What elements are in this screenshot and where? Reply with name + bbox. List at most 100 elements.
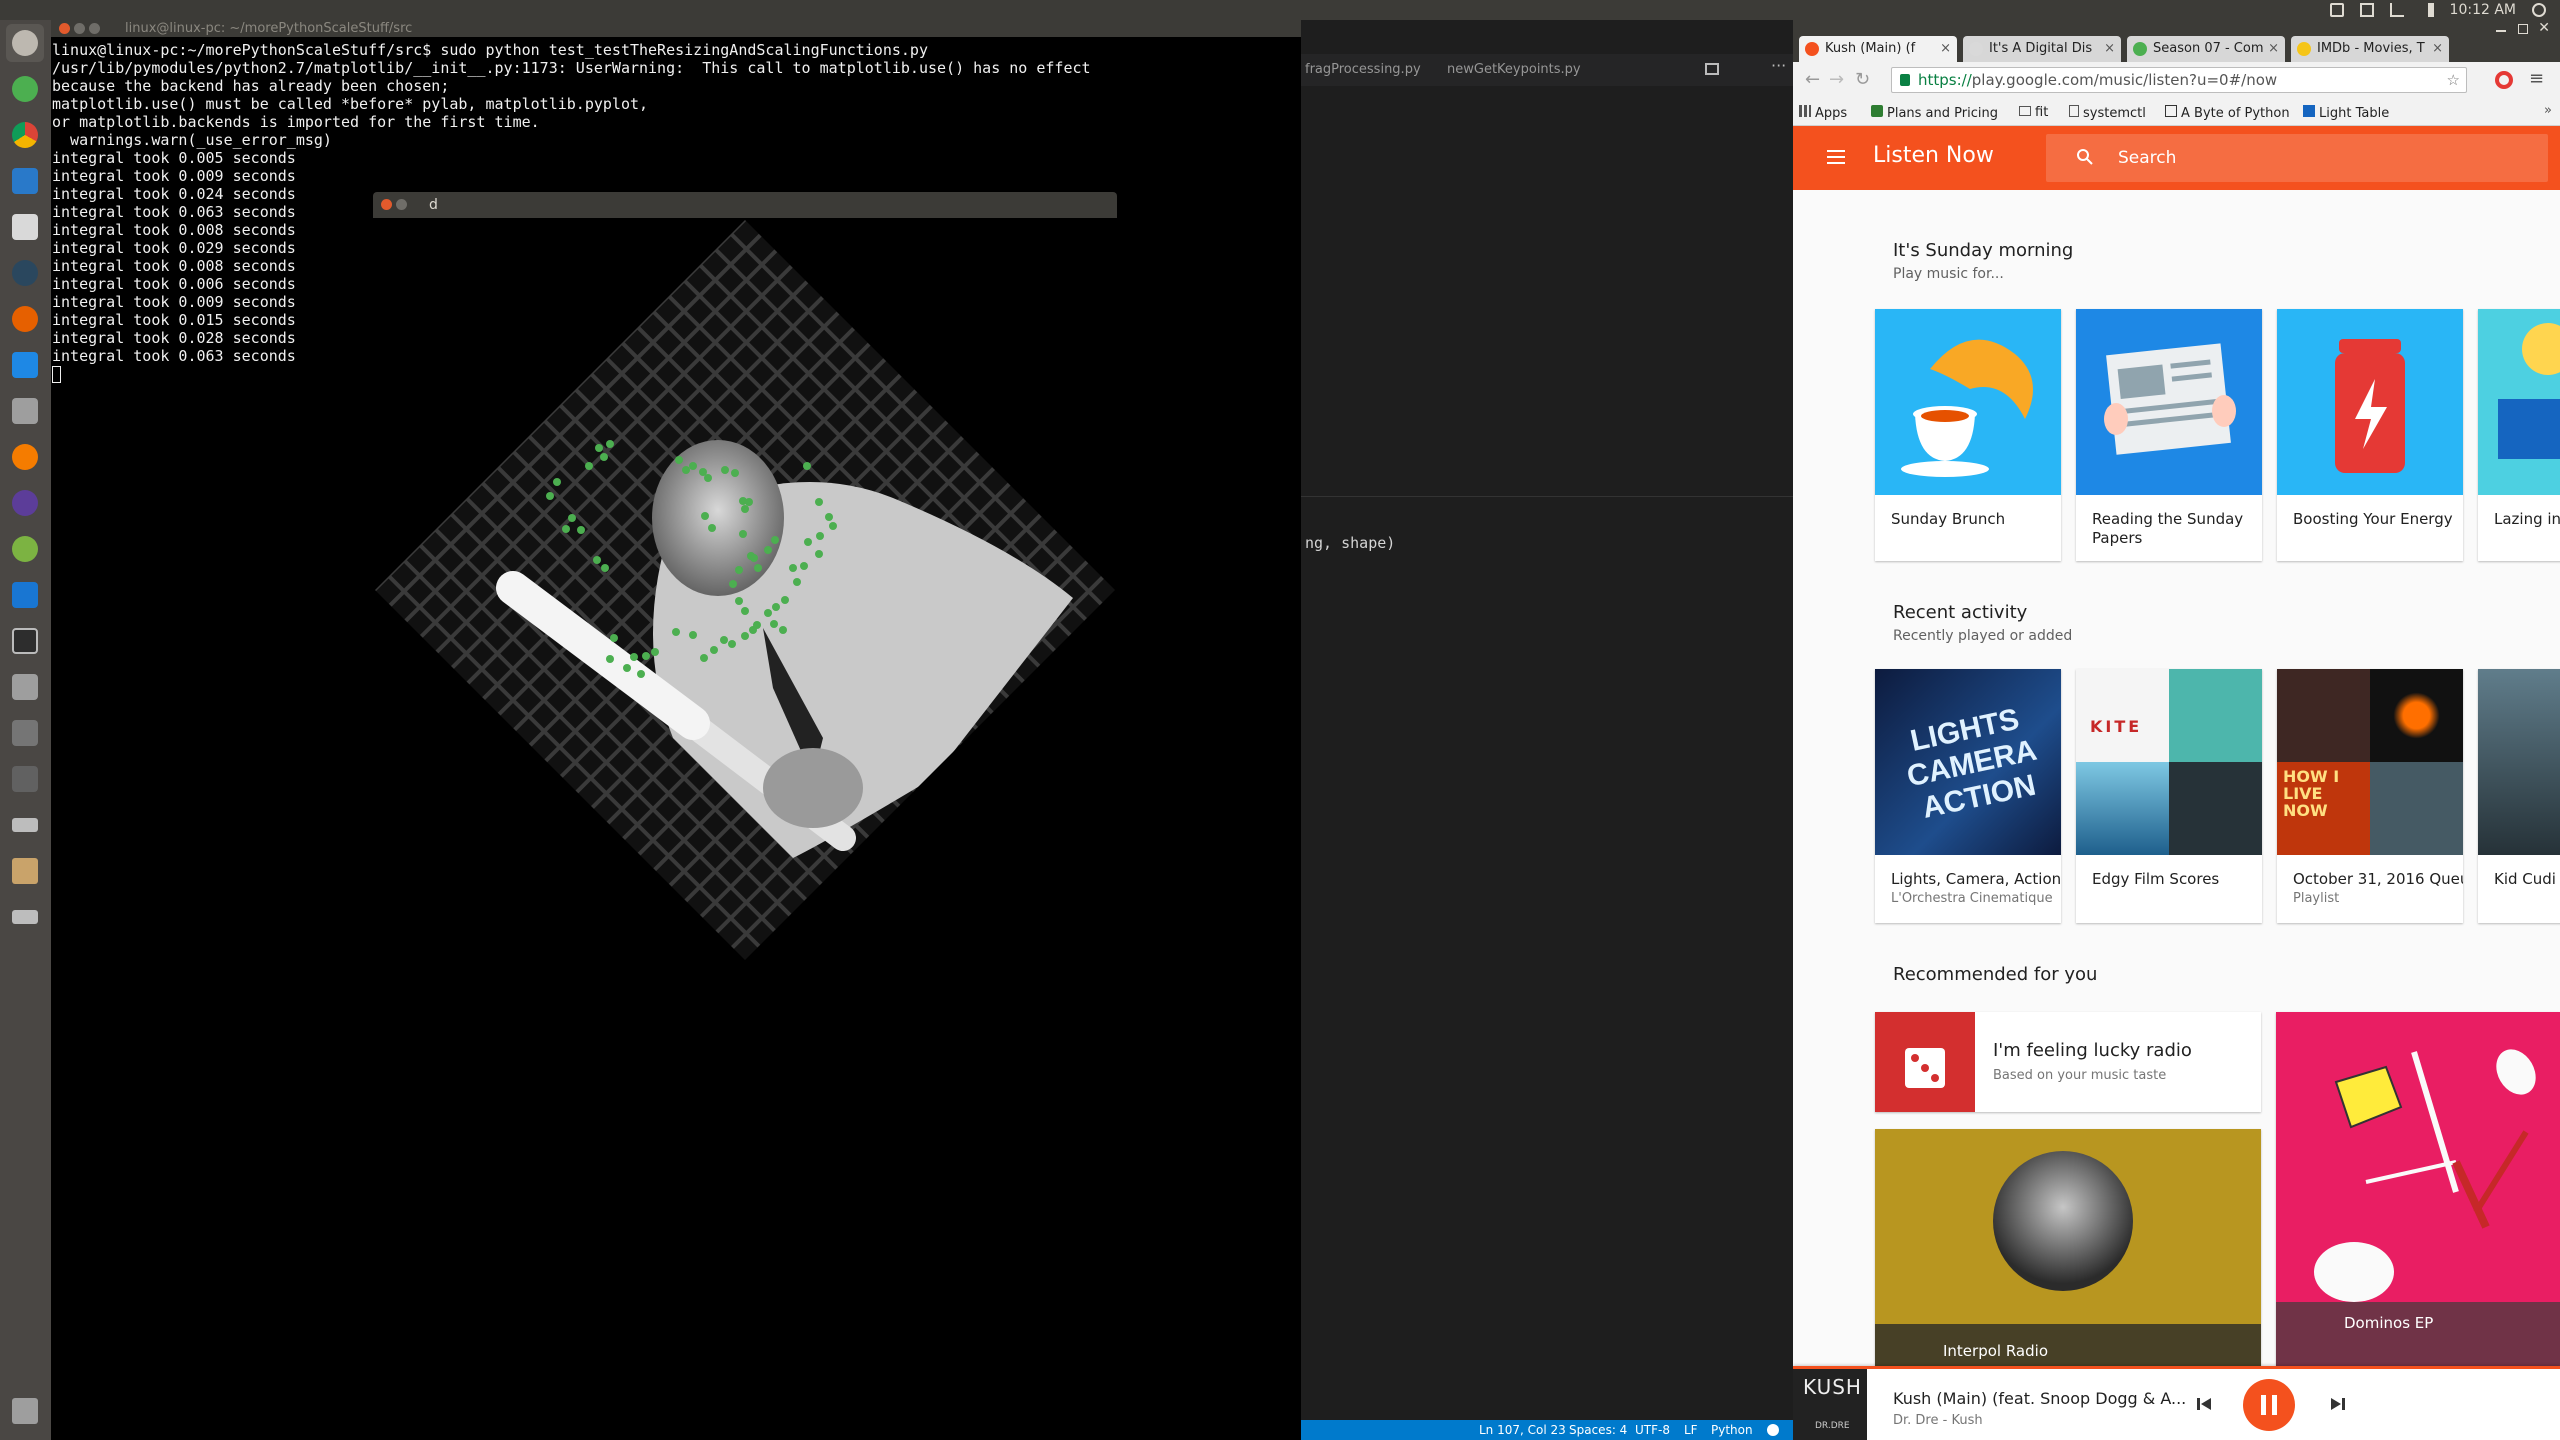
launcher-app-1[interactable] bbox=[6, 70, 44, 108]
app-icon bbox=[12, 214, 38, 240]
tab-close-icon[interactable]: × bbox=[2432, 36, 2443, 62]
network-icon[interactable] bbox=[2389, 3, 2404, 17]
window-minimize-icon[interactable] bbox=[2496, 30, 2506, 32]
more-actions-icon[interactable]: ··· bbox=[1771, 56, 1786, 75]
close-icon[interactable] bbox=[381, 199, 392, 210]
keypoint-dot bbox=[546, 492, 554, 500]
dropbox-icon[interactable] bbox=[2329, 3, 2344, 17]
card-label: Edgy Film Scores bbox=[2092, 870, 2220, 888]
image-window-titlebar[interactable]: d bbox=[373, 192, 1117, 218]
bookmark-light-table[interactable]: Light Table bbox=[2303, 105, 2389, 121]
browser-tab[interactable]: Kush (Main) (f × bbox=[1799, 36, 1957, 62]
now-playing-cover[interactable]: KUSH DR.DRE bbox=[1793, 1369, 1867, 1440]
tab-label: Season 07 - Com bbox=[2153, 41, 2264, 56]
tab-newgetkeypoints[interactable]: newGetKeypoints.py bbox=[1447, 62, 1581, 77]
launcher-tools[interactable] bbox=[6, 392, 44, 430]
tab-close-icon[interactable]: × bbox=[1940, 36, 1951, 62]
address-bar[interactable]: https://play.google.com/music/listen?u=0… bbox=[1891, 67, 2467, 93]
card-lights-camera-action[interactable]: LIGHTS CAMERA ACTION Lights, Camera, Act… bbox=[1875, 669, 2061, 923]
card-feeling-lucky[interactable]: I'm feeling lucky radio Based on your mu… bbox=[1875, 1012, 2261, 1112]
feedback-smiley-icon[interactable] bbox=[1767, 1424, 1779, 1436]
minimize-icon[interactable] bbox=[396, 199, 407, 210]
encoding[interactable]: UTF-8 bbox=[1635, 1420, 1670, 1440]
launcher-eclipse[interactable] bbox=[6, 484, 44, 522]
indentation[interactable]: Spaces: 4 bbox=[1569, 1420, 1627, 1440]
volume-icon[interactable] bbox=[2420, 3, 2434, 17]
card-kid-cudi[interactable]: Kid Cudi bbox=[2478, 669, 2560, 923]
launcher-app-16[interactable] bbox=[6, 760, 44, 798]
now-playing-title[interactable]: Kush (Main) (feat. Snoop Dogg & A... bbox=[1893, 1389, 2186, 1408]
bookmark-systemctl[interactable]: systemctl bbox=[2069, 105, 2146, 121]
split-editor-icon[interactable] bbox=[1705, 63, 1719, 75]
minimize-icon[interactable] bbox=[74, 23, 85, 34]
bookmark-plans[interactable]: Plans and Pricing bbox=[1871, 105, 1998, 121]
launcher-app-7[interactable] bbox=[6, 346, 44, 384]
forward-icon[interactable]: → bbox=[1829, 69, 1844, 90]
next-track-icon[interactable] bbox=[2325, 1391, 2351, 1417]
card-edgy-film-scores[interactable]: KITE Edgy Film Scores bbox=[2076, 669, 2262, 923]
browser-tab[interactable]: IMDb - Movies, T × bbox=[2291, 36, 2449, 62]
card-october-queue[interactable]: HOW I LIVE NOW October 31, 2016 Queue Pl… bbox=[2277, 669, 2463, 923]
browser-tab[interactable]: Season 07 - Com × bbox=[2127, 36, 2285, 62]
image-canvas[interactable] bbox=[373, 218, 1117, 962]
maximize-icon[interactable] bbox=[89, 23, 100, 34]
code-line[interactable]: ng, shape) bbox=[1305, 534, 1395, 552]
card-boosting-energy[interactable]: Boosting Your Energy bbox=[2277, 309, 2463, 561]
launcher-dash[interactable] bbox=[6, 24, 44, 62]
launcher-app-15[interactable] bbox=[6, 714, 44, 752]
clock[interactable]: 10:12 AM bbox=[2450, 2, 2516, 18]
launcher-files[interactable] bbox=[6, 852, 44, 890]
back-icon[interactable]: ← bbox=[1805, 69, 1820, 90]
language-mode[interactable]: Python bbox=[1711, 1420, 1753, 1440]
launcher-help[interactable] bbox=[6, 668, 44, 706]
tab-close-icon[interactable]: × bbox=[2268, 36, 2279, 62]
launcher-steam[interactable] bbox=[6, 254, 44, 292]
launcher-vscode[interactable] bbox=[6, 576, 44, 614]
reload-icon[interactable]: ↻ bbox=[1855, 69, 1870, 90]
launcher-app-9[interactable] bbox=[6, 438, 44, 476]
menu-icon[interactable] bbox=[1827, 150, 1845, 164]
card-interpol-radio[interactable]: Interpol Radio bbox=[1875, 1129, 2261, 1366]
chat-icon[interactable] bbox=[2359, 3, 2374, 17]
search-input[interactable]: Search bbox=[2046, 134, 2548, 182]
tab-close-icon[interactable]: × bbox=[2104, 36, 2115, 62]
bookmark-apps[interactable]: Apps bbox=[1799, 105, 1847, 121]
launcher-app-4[interactable] bbox=[6, 208, 44, 246]
window-close-icon[interactable]: ✕ bbox=[2538, 20, 2550, 36]
launcher-drive-1[interactable] bbox=[6, 806, 44, 844]
bookmarks-overflow-icon[interactable]: » bbox=[2544, 103, 2552, 118]
previous-track-icon[interactable] bbox=[2191, 1391, 2217, 1417]
star-icon[interactable]: ☆ bbox=[2447, 68, 2460, 92]
launcher-terminal[interactable] bbox=[6, 622, 44, 660]
launcher-app-3[interactable] bbox=[6, 162, 44, 200]
tab-fragprocessing[interactable]: fragProcessing.py bbox=[1305, 62, 1421, 77]
card-lazing[interactable]: Lazing in bbox=[2478, 309, 2560, 561]
bookmark-fit[interactable]: fit bbox=[2019, 105, 2048, 120]
browser-tab[interactable]: It's A Digital Dis × bbox=[1963, 36, 2121, 62]
code-editor-window[interactable]: fragProcessing.py newGetKeypoints.py ···… bbox=[1301, 20, 1793, 1440]
terminal-titlebar[interactable]: linux@linux-pc: ~/morePythonScaleStuff/s… bbox=[51, 20, 1301, 37]
keypoint-dot bbox=[772, 603, 780, 611]
line-ending[interactable]: LF bbox=[1684, 1420, 1698, 1440]
bookmark-byte-of-python[interactable]: A Byte of Python bbox=[2165, 105, 2290, 121]
image-viewer-window[interactable]: d bbox=[373, 192, 1117, 962]
pause-button[interactable] bbox=[2243, 1379, 2295, 1431]
launcher-drive-2[interactable] bbox=[6, 898, 44, 936]
close-icon[interactable] bbox=[59, 23, 70, 34]
launcher-firefox[interactable] bbox=[6, 300, 44, 338]
chrome-window[interactable]: Kush (Main) (f × It's A Digital Dis × Season… bbox=[1793, 20, 2560, 1440]
launcher-chrome[interactable] bbox=[6, 116, 44, 154]
window-maximize-icon[interactable] bbox=[2518, 24, 2528, 34]
now-playing-artist[interactable]: Dr. Dre - Kush bbox=[1893, 1413, 1983, 1428]
launcher-trash[interactable] bbox=[6, 1392, 44, 1430]
gear-icon[interactable] bbox=[2532, 3, 2546, 17]
card-sunday-brunch[interactable]: Sunday Brunch bbox=[1875, 309, 2061, 561]
chrome-menu-icon[interactable]: ≡ bbox=[2529, 68, 2544, 89]
card-label: Lazing in bbox=[2494, 510, 2560, 528]
card-art bbox=[1875, 309, 2061, 495]
card-reading-sunday-papers[interactable]: Reading the Sunday Papers bbox=[2076, 309, 2262, 561]
launcher-app-11[interactable] bbox=[6, 530, 44, 568]
cursor-position[interactable]: Ln 107, Col 23 bbox=[1479, 1420, 1566, 1440]
opera-extension-icon[interactable] bbox=[2495, 71, 2513, 89]
card-dominos-ep[interactable]: Dominos EP bbox=[2276, 1012, 2560, 1366]
